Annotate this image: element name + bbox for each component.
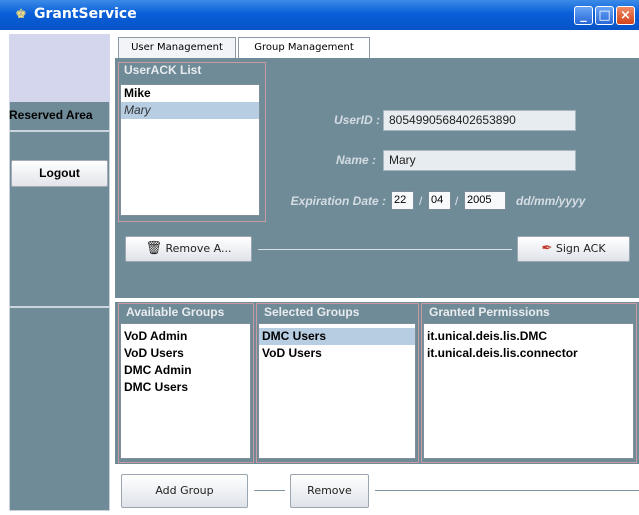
sidebar-header [9,34,110,102]
sidebar [9,34,110,511]
list-item[interactable]: Mike [121,85,259,102]
list-item[interactable]: it.unical.deis.lis.DMC [424,328,633,345]
list-item[interactable]: it.unical.deis.lis.connector [424,345,633,362]
date-separator: / [455,194,459,208]
tab-group-management[interactable]: Group Management [238,37,370,58]
close-button[interactable]: × [616,6,635,25]
maximize-button[interactable]: □ [595,6,614,25]
trash-icon: 🗑 [145,241,163,256]
list-item[interactable]: VoD Users [121,345,250,362]
sign-ack-button[interactable]: ✒ Sign ACK [517,236,630,262]
reserved-area-label: Reserved Area [9,108,93,122]
pen-icon: ✒ [541,241,553,256]
logout-button[interactable]: Logout [11,160,108,187]
list-item[interactable]: VoD Admin [121,328,250,345]
sign-ack-label: Sign ACK [555,242,606,255]
available-groups-legend: Available Groups [126,305,225,319]
separator-line [375,490,639,491]
name-field[interactable]: Mary [383,150,576,171]
sidebar-divider [9,306,110,308]
remove-ack-button[interactable]: 🗑 Remove A... [125,236,252,262]
list-item[interactable]: DMC Admin [121,362,250,379]
userid-field[interactable]: 8054990568402653890 [383,110,576,131]
selected-groups-legend: Selected Groups [264,305,360,319]
day-field[interactable]: 22 [391,191,414,210]
list-item[interactable]: VoD Users [259,345,415,362]
month-field[interactable]: 04 [428,191,451,210]
user-icon: ♚ [15,7,27,22]
sidebar-divider [9,130,110,132]
window-title: GrantService [34,6,137,22]
granted-permissions-legend: Granted Permissions [429,305,550,319]
expiration-date-label: Expiration Date : [290,194,386,208]
tab-user-management[interactable]: User Management [118,37,236,58]
list-item[interactable]: Mary [121,102,259,119]
add-group-button[interactable]: Add Group [121,474,248,508]
granted-permissions-list[interactable]: it.unical.deis.lis.DMC it.unical.deis.li… [423,323,634,459]
separator-line [254,490,285,491]
remove-group-button[interactable]: Remove [290,474,369,508]
available-groups-list[interactable]: VoD Admin VoD Users DMC Admin DMC Users [120,323,251,459]
userid-label: UserID : [333,113,380,127]
list-item[interactable]: DMC Users [259,328,415,345]
selected-groups-list[interactable]: DMC Users VoD Users [258,323,416,459]
user-ack-list[interactable]: Mike Mary [120,84,260,216]
list-item[interactable]: DMC Users [121,379,250,396]
date-separator: / [419,194,423,208]
minimize-button[interactable]: _ [574,6,593,25]
year-field[interactable]: 2005 [464,191,506,210]
date-format-hint: dd/mm/yyyy [516,194,586,208]
separator-line [258,249,512,250]
remove-ack-label: Remove A... [165,242,232,255]
name-label: Name : [335,153,376,167]
user-ack-legend: UserACK List [124,63,202,77]
